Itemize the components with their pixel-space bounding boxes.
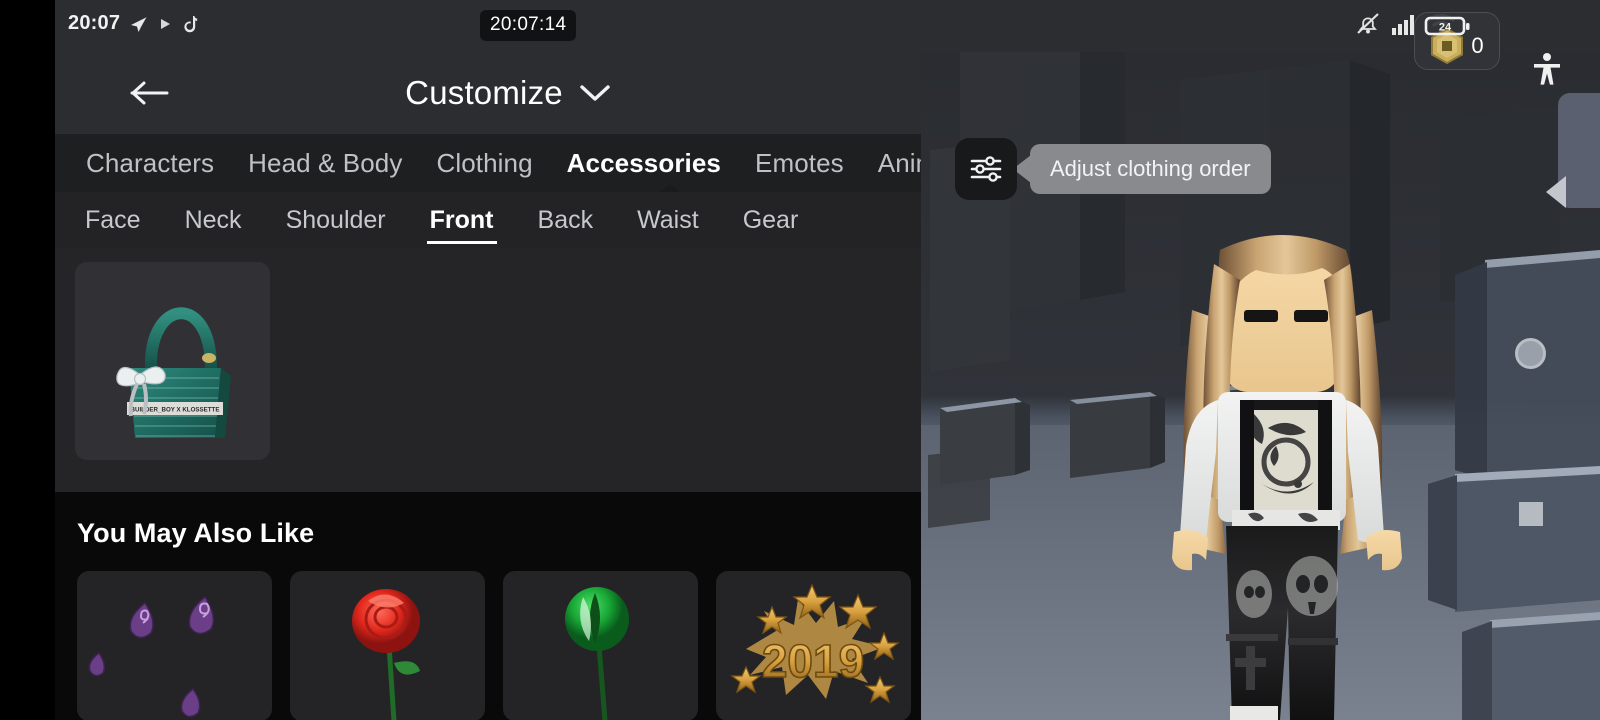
tab-characters[interactable]: Characters [69, 148, 231, 179]
tab-emotes[interactable]: Emotes [738, 148, 861, 179]
active-tab-caret [659, 184, 681, 192]
page-title: Customize [405, 74, 563, 111]
tab-clothing[interactable]: Clothing [419, 148, 549, 179]
device-notch-bar [0, 0, 55, 720]
recommendations-section: You May Also Like 2019 [55, 492, 921, 720]
reco-card-green-rose[interactable] [503, 571, 698, 720]
customize-panel: Customize Characters Head & Body Clothin… [55, 52, 921, 720]
clock-overlay: 20:07:14 [480, 10, 577, 41]
subtab-waist[interactable]: Waist [615, 192, 721, 248]
tab-accessories[interactable]: Accessories [550, 148, 738, 179]
subtab-neck[interactable]: Neck [163, 192, 264, 248]
circle-icon[interactable] [1515, 338, 1546, 369]
teal-handbag-thumbnail: BUILDER_BOY X KLOSSETTE [115, 307, 231, 438]
status-bar: 20:07 20:07:14 24 0 [55, 0, 1600, 85]
reco-card-purple-flame-particles[interactable] [77, 571, 272, 720]
subtab-face[interactable]: Face [63, 192, 163, 248]
subtab-gear[interactable]: Gear [721, 192, 821, 248]
square-icon[interactable] [1519, 502, 1543, 526]
subtab-back[interactable]: Back [516, 192, 616, 248]
avatar-character[interactable] [1122, 214, 1452, 720]
tooltip-text: Adjust clothing order [1050, 156, 1251, 181]
screen: 20:07 20:07:14 24 0 Customize Characters… [0, 0, 1600, 720]
item-grid: BUILDER_BOY X KLOSSETTE [55, 248, 921, 492]
subtab-shoulder[interactable]: Shoulder [264, 192, 408, 248]
reco-card-2019-starburst[interactable]: 2019 [716, 571, 911, 720]
robux-balance-pill[interactable]: 24 0 [1414, 12, 1500, 70]
sliders-icon [968, 154, 1004, 184]
triangle-left-icon[interactable] [1546, 176, 1566, 208]
tab-head-and-body[interactable]: Head & Body [231, 148, 419, 179]
tiktok-note-icon [181, 15, 198, 33]
category-tabs[interactable]: Characters Head & Body Clothing Accessor… [55, 134, 921, 192]
accessibility-person-icon[interactable] [1532, 52, 1562, 86]
recommendations-row: 2019 [77, 571, 921, 720]
subtab-front[interactable]: Front [408, 192, 516, 248]
chevron-down-icon[interactable] [579, 83, 611, 103]
status-left-group: 20:07 [68, 12, 198, 35]
battery-level: 24 [1439, 22, 1452, 34]
battery-icon: 24 [1424, 15, 1471, 37]
mute-bell-icon [1355, 12, 1381, 36]
status-time: 20:07 [68, 12, 121, 34]
reco-card-red-rose[interactable] [290, 571, 485, 720]
tab-animations[interactable]: Animat [861, 148, 921, 179]
panel-title-group[interactable]: Customize [55, 74, 921, 112]
play-icon [158, 17, 172, 31]
accessory-subtabs[interactable]: Face Neck Shoulder Front Back Waist Gear [55, 192, 921, 248]
panel-header: Customize [55, 52, 921, 134]
adjust-clothing-tooltip: Adjust clothing order [1030, 144, 1271, 194]
telegram-icon [129, 14, 149, 34]
item-card-teal-handbag[interactable]: BUILDER_BOY X KLOSSETTE [75, 262, 270, 460]
adjust-clothing-order-button[interactable] [955, 138, 1017, 200]
recommendations-title: You May Also Like [77, 518, 315, 548]
robux-count: 0 [1471, 33, 1484, 58]
reco-2019-label: 2019 [762, 635, 864, 687]
